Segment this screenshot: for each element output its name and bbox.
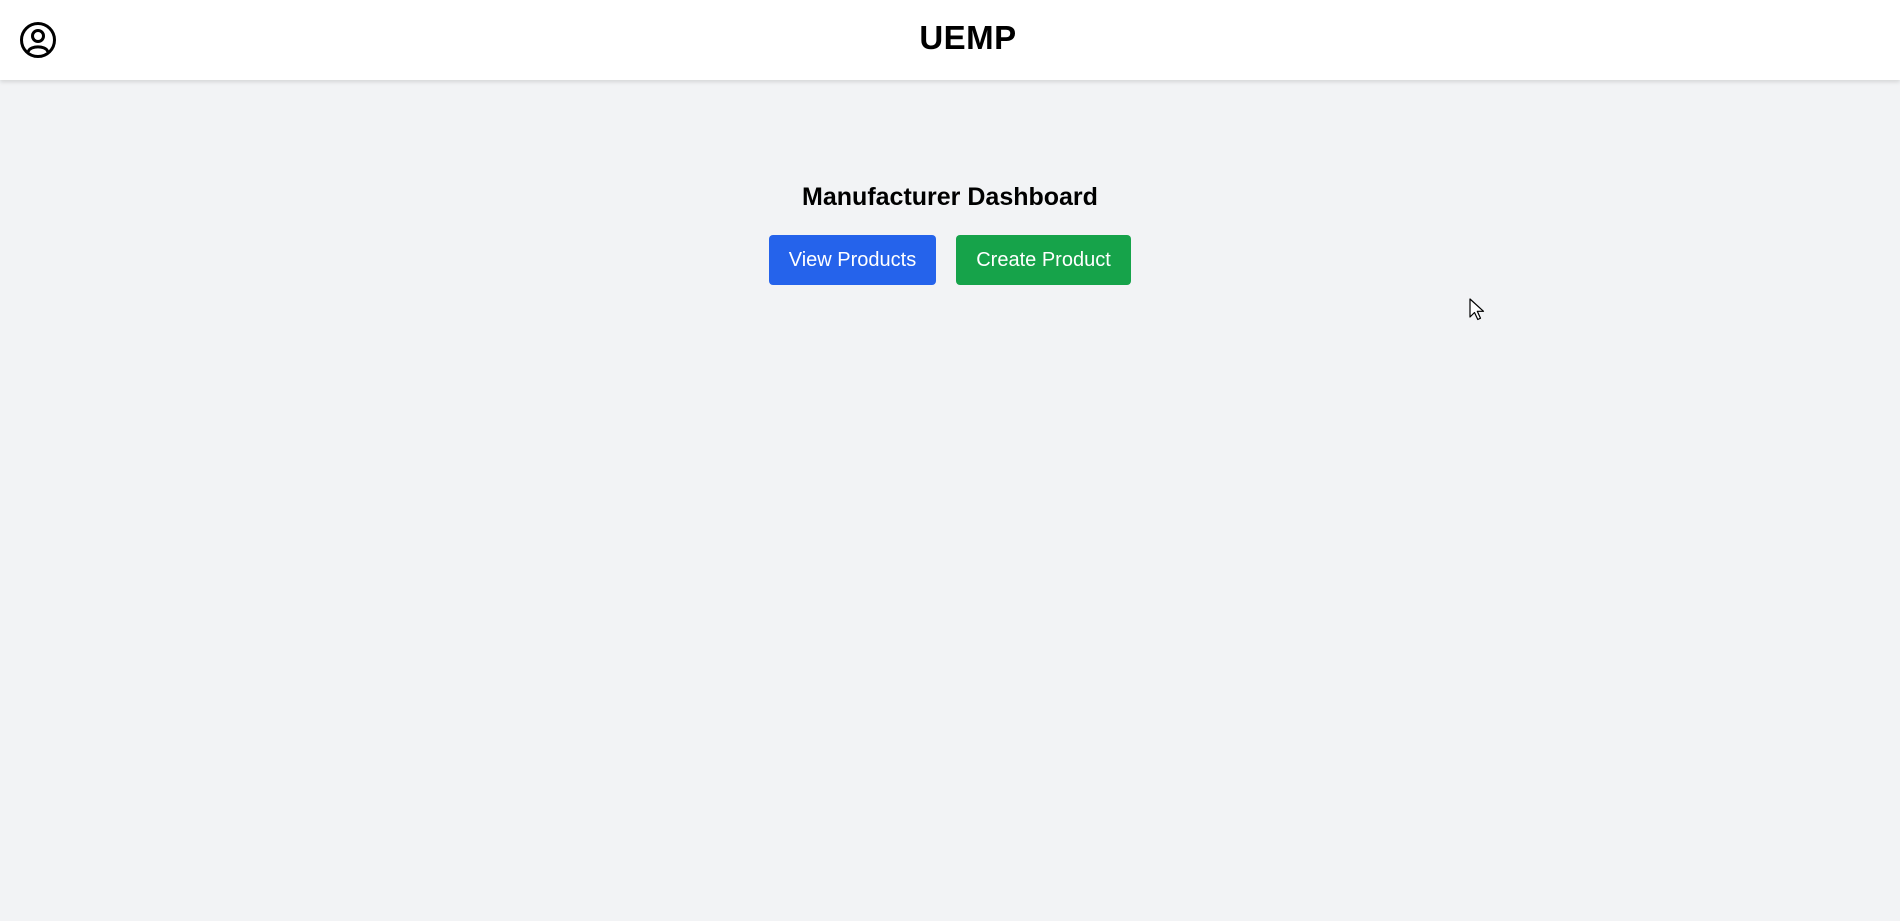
view-products-button[interactable]: View Products [769, 235, 936, 285]
top-bar: UEMP [0, 0, 1900, 80]
dashboard-main: Manufacturer Dashboard [0, 180, 1900, 214]
page-title: Manufacturer Dashboard [802, 183, 1098, 211]
create-product-button[interactable]: Create Product [956, 235, 1131, 285]
mouse-pointer-icon [1469, 298, 1485, 321]
page: UEMP Manufacturer Dashboard View Product… [0, 0, 1900, 921]
profile-button[interactable] [18, 20, 58, 60]
dashboard-actions: View Products Create Product [769, 235, 1131, 285]
user-circle-icon [20, 22, 56, 58]
app-title: UEMP [919, 19, 1017, 56]
